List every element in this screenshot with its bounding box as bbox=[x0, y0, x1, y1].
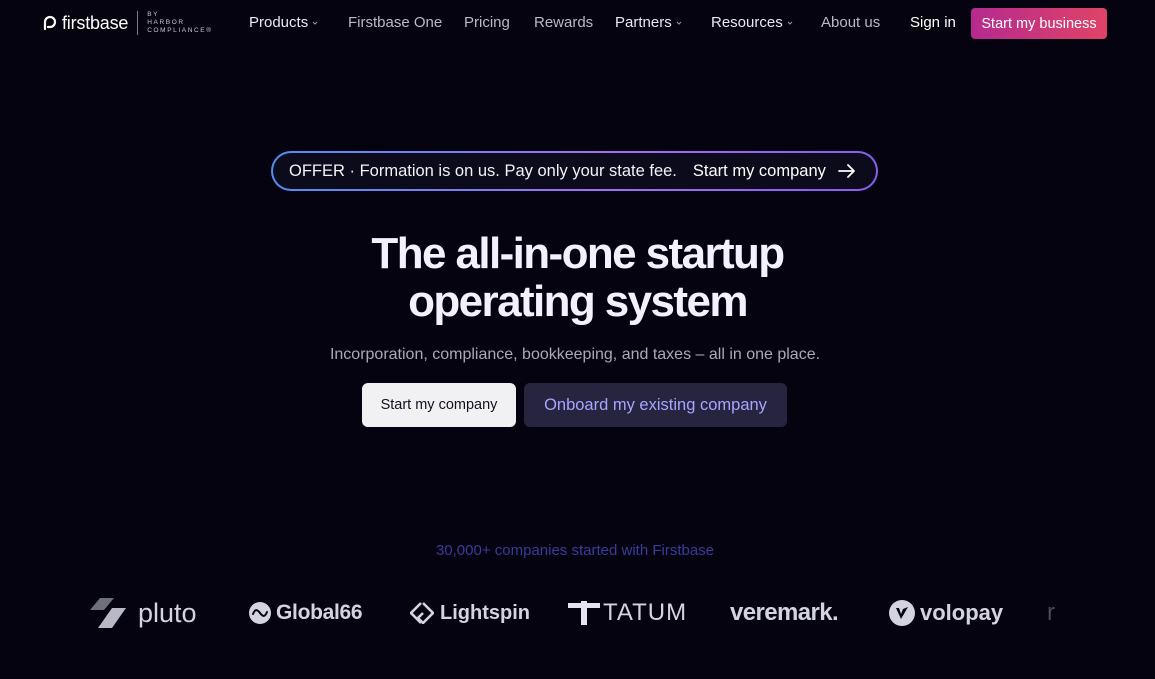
chevron-down-icon bbox=[787, 21, 793, 25]
nav-item-label: Partners bbox=[615, 14, 672, 31]
logo-divider bbox=[137, 11, 139, 35]
pluto-logo-text: pluto bbox=[138, 597, 197, 628]
top-navigation: firstbase BY HARBOR COMPLIANCE® Products… bbox=[0, 0, 1155, 46]
logo-harbor-word: HARBOR bbox=[147, 19, 185, 26]
customer-logo-tatum: TATUM bbox=[568, 590, 687, 636]
sign-in-link[interactable]: Sign in bbox=[910, 14, 956, 31]
lightspin-logo-icon bbox=[410, 602, 434, 624]
customer-logo-partial: r bbox=[1047, 590, 1055, 636]
nav-item-label: Pricing bbox=[464, 14, 510, 31]
offer-banner-inner: OFFER · Formation is on us. Pay only you… bbox=[273, 153, 876, 189]
customer-logo-volopay: volopay bbox=[889, 590, 1003, 636]
nav-item-pricing[interactable]: Pricing bbox=[464, 14, 510, 31]
start-my-company-button[interactable]: Start my company bbox=[362, 383, 516, 427]
hero-title-line-2: operating system bbox=[408, 277, 748, 326]
nav-item-label: Rewards bbox=[534, 14, 594, 31]
customer-logo-veremark: veremark. bbox=[730, 590, 839, 636]
hero-title: The all-in-one startup operating system bbox=[0, 230, 1155, 326]
hero-subtitle: Incorporation, compliance, bookkeeping, … bbox=[329, 346, 821, 363]
start-my-business-button[interactable]: Start my business bbox=[971, 8, 1107, 39]
social-proof-text: 30,000+ companies started with Firstbase bbox=[435, 542, 715, 559]
offer-start-company-link[interactable]: Start my company bbox=[693, 162, 826, 181]
firstbase-logo-icon bbox=[43, 15, 57, 31]
global66-logo-icon bbox=[249, 602, 271, 624]
chevron-down-icon bbox=[312, 21, 318, 25]
customer-logos: pluto Global66 Lightspin TATUM veremark.… bbox=[0, 590, 1155, 640]
offer-text: OFFER · Formation is on us. Pay only you… bbox=[289, 161, 677, 180]
chevron-down-icon bbox=[676, 21, 682, 25]
logo-by-word: BY bbox=[147, 11, 160, 18]
offer-banner[interactable]: OFFER · Formation is on us. Pay only you… bbox=[271, 151, 878, 191]
nav-item-resources[interactable]: Resources bbox=[711, 14, 793, 31]
nav-item-firstbase-one[interactable]: Firstbase One bbox=[348, 14, 442, 31]
tatum-logo-text: TATUM bbox=[603, 599, 688, 626]
customer-logo-lightspin: Lightspin bbox=[410, 590, 530, 636]
nav-item-label: About us bbox=[821, 14, 881, 31]
nav-item-about-us[interactable]: About us bbox=[821, 14, 880, 31]
logo-byline: BY HARBOR COMPLIANCE® bbox=[147, 11, 212, 35]
veremark-logo-text: veremark. bbox=[730, 599, 839, 626]
nav-item-label: Products bbox=[249, 14, 309, 31]
nav-item-partners[interactable]: Partners bbox=[615, 14, 682, 31]
nav-item-products[interactable]: Products bbox=[249, 14, 318, 31]
nav-item-label: Firstbase One bbox=[348, 14, 443, 31]
pluto-logo-icon bbox=[90, 598, 126, 628]
customer-logo-pluto: pluto bbox=[90, 590, 197, 636]
landing-page: firstbase BY HARBOR COMPLIANCE® Products… bbox=[0, 0, 1155, 679]
tatum-logo-icon bbox=[568, 601, 600, 625]
onboard-existing-company-button[interactable]: Onboard my existing company bbox=[524, 383, 787, 427]
firstbase-logo[interactable]: firstbase BY HARBOR COMPLIANCE® bbox=[42, 10, 213, 36]
nav-item-label: Resources bbox=[711, 14, 783, 31]
customer-logo-global66: Global66 bbox=[249, 590, 363, 636]
volopay-logo-icon bbox=[889, 600, 915, 626]
logo-compliance-word: COMPLIANCE® bbox=[147, 27, 213, 34]
partial-logo-text: r bbox=[1047, 599, 1055, 626]
nav-item-rewards[interactable]: Rewards bbox=[534, 14, 593, 31]
lightspin-logo-text: Lightspin bbox=[440, 601, 530, 624]
global66-logo-text: Global66 bbox=[276, 601, 363, 624]
hero-title-line-1: The all-in-one startup bbox=[371, 229, 785, 278]
volopay-logo-text: volopay bbox=[920, 600, 1004, 625]
arrow-right-icon bbox=[837, 164, 855, 178]
logo-text: firstbase bbox=[62, 12, 129, 33]
